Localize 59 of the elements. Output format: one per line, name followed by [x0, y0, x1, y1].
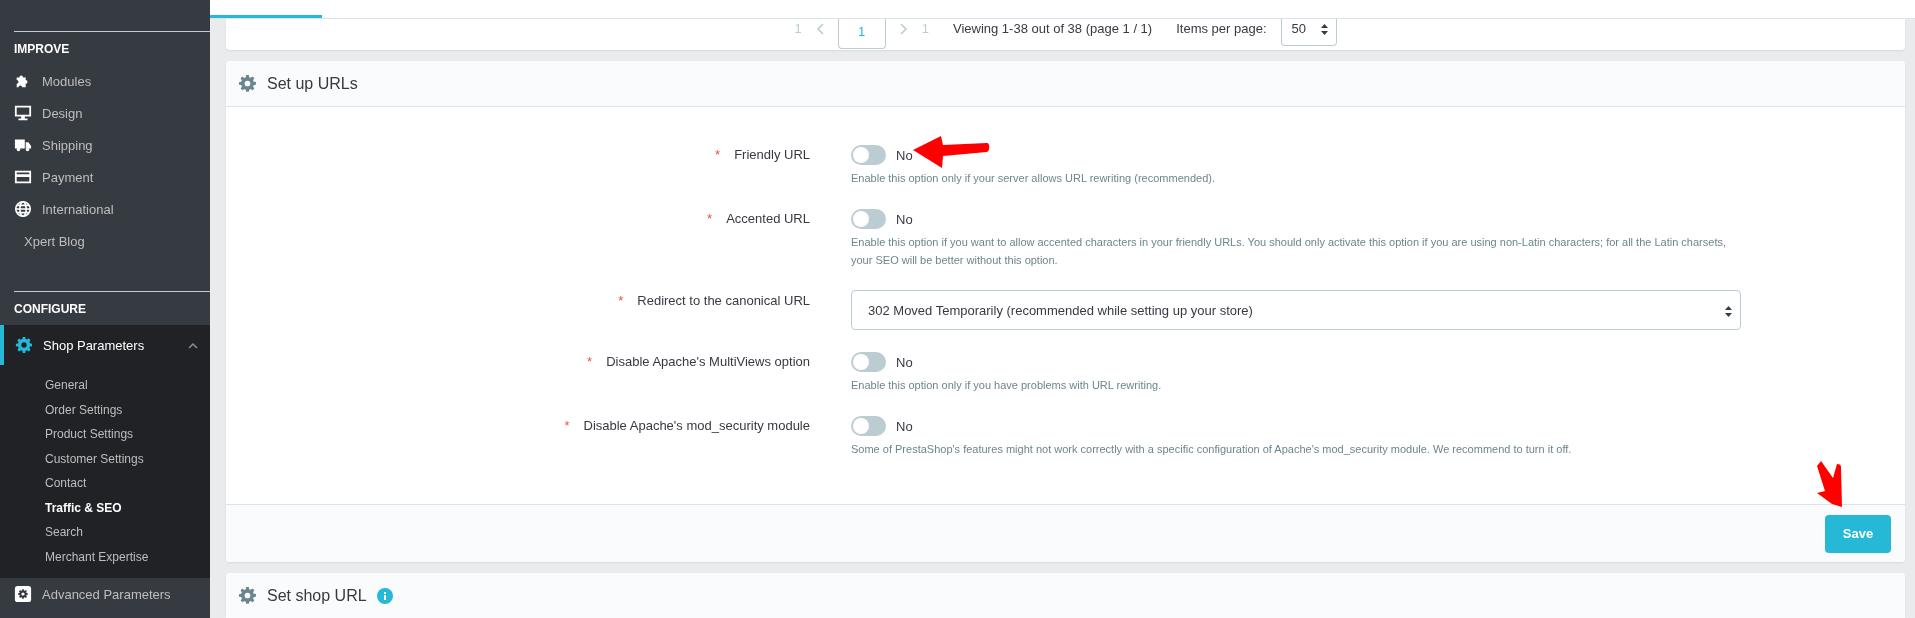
globe-icon	[14, 200, 32, 218]
sidebar-item[interactable]: Payment	[0, 161, 210, 193]
section-heading: CONFIGURE	[14, 301, 87, 318]
next-icon[interactable]	[899, 23, 908, 35]
toggle-switch[interactable]	[851, 416, 886, 436]
field-label: Disable Apache's MultiViews option	[606, 354, 810, 369]
sidebar-item[interactable]: Modules	[0, 65, 210, 97]
items-per-page-select[interactable]: 50	[1280, 19, 1337, 46]
credit-card-icon	[14, 168, 32, 186]
submenu-item[interactable]: Search	[45, 520, 84, 545]
info-icon[interactable]	[376, 587, 393, 604]
required-mark: *	[564, 418, 570, 433]
sidebar-item[interactable]: Shipping	[0, 129, 210, 161]
panel-title: Set shop URL	[267, 586, 367, 605]
submenu-item[interactable]: General	[45, 373, 88, 398]
gear-icon	[238, 586, 257, 605]
sort-arrows-icon	[1725, 306, 1732, 317]
submenu-item[interactable]: Product Settings	[45, 422, 134, 447]
required-mark: *	[618, 293, 624, 308]
items-per-page-label: Items per page:	[1176, 20, 1267, 36]
sidebar-item[interactable]: Shop Parameters	[0, 325, 210, 365]
submenu-item[interactable]: Merchant Expertise	[45, 544, 149, 569]
submenu-item[interactable]: Customer Settings	[45, 446, 144, 471]
toggle-value: No	[896, 418, 913, 434]
toggle-value: No	[896, 211, 913, 227]
toggle-switch[interactable]	[851, 352, 886, 372]
previous-icon[interactable]	[815, 23, 824, 35]
help-text: Enable this option if you want to allow accented characters in your friendly URLs. You should only activate this option if you are using non-Latin characters; for all the Latin charsets, your SEO will be better without this option.	[851, 235, 1727, 268]
submenu-item[interactable]: Contact	[45, 471, 87, 496]
required-mark: *	[587, 354, 593, 369]
field-label: Disable Apache's mod_security module	[583, 418, 810, 433]
sidebar-item[interactable]: Advanced Parameters	[0, 578, 210, 610]
toggle-switch[interactable]	[851, 145, 886, 165]
gear-icon	[238, 74, 257, 93]
help-text: Enable this option only if your server allows URL rewriting (recommended).	[851, 171, 1216, 186]
toggle-value: No	[896, 147, 913, 163]
sort-arrows-icon	[1320, 24, 1328, 35]
field-label: Friendly URL	[734, 147, 810, 162]
required-mark: *	[707, 211, 713, 226]
toggle-value: No	[896, 354, 913, 370]
field-label: Accented URL	[726, 211, 810, 226]
help-text: Enable this option only if you have problems with URL rewriting.	[851, 378, 1163, 393]
monitor-icon	[14, 104, 32, 122]
submenu-item[interactable]: Order Settings	[45, 397, 123, 422]
gear-icon	[15, 336, 33, 354]
toggle-switch[interactable]	[851, 209, 886, 229]
panel-title: Set up URLs	[267, 74, 358, 93]
sidebar-item[interactable]: Xpert Blog	[0, 225, 210, 257]
help-text: Some of PrestaShop's features might not work correctly with a specific configuration of Apache's mod_security module. We recommend to turn it off.	[851, 442, 1573, 457]
pagination-summary: Viewing 1-38 out of 38 (page 1 / 1)	[952, 20, 1153, 36]
gear-icon	[14, 585, 32, 603]
section-heading: IMPROVE	[14, 41, 71, 58]
field-label: Redirect to the canonical URL	[637, 293, 810, 308]
redirect-select[interactable]: 302 Moved Temporarily (recommended while setting up your store)	[851, 290, 1741, 330]
required-mark: *	[715, 147, 721, 162]
sidebar-item[interactable]: International	[0, 193, 210, 225]
chevron-icon[interactable]	[188, 341, 198, 349]
sidebar-item[interactable]: Design	[0, 97, 210, 129]
submenu-item[interactable]: Traffic & SEO	[45, 495, 122, 520]
